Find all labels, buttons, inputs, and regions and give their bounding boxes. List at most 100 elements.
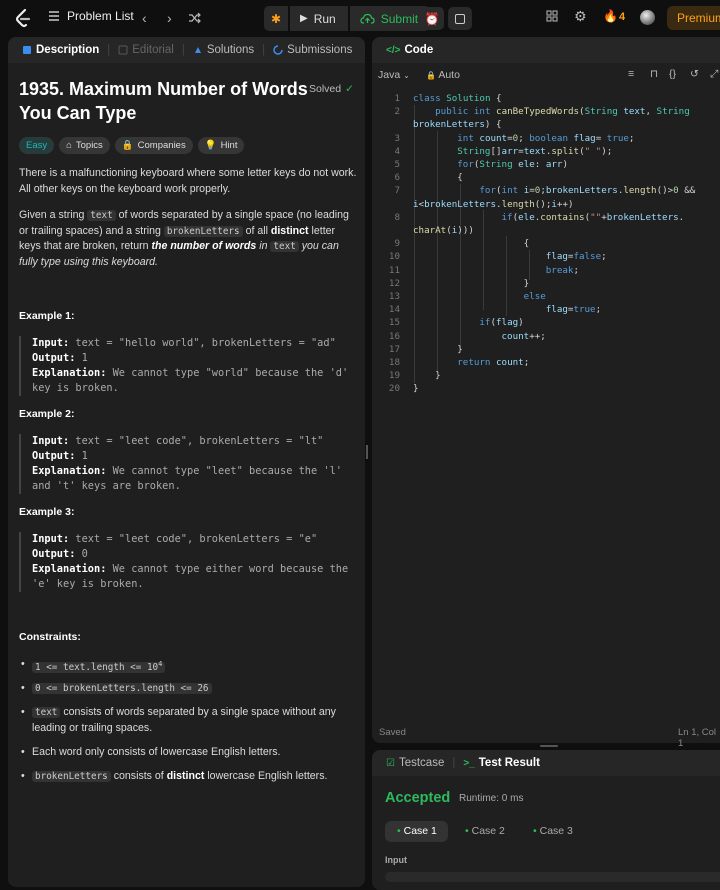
- run-submit-group: ✱ ▶ Run Submit: [264, 6, 431, 31]
- line-number: 5: [394, 159, 400, 170]
- line-number: 18: [388, 357, 400, 368]
- submit-button[interactable]: Submit: [349, 6, 431, 31]
- resize-handle[interactable]: [540, 745, 558, 747]
- constraint-superscript: 4: [158, 660, 163, 668]
- format-icon[interactable]: ≡: [628, 68, 634, 80]
- leetcode-logo-icon[interactable]: [13, 8, 33, 28]
- constraint-item: 0 <= brokenLetters.length <= 26: [21, 681, 341, 697]
- run-button[interactable]: ▶ Run: [290, 6, 348, 31]
- example-2-box: Input: text = "leet code", brokenLetters…: [19, 434, 359, 494]
- braces-icon[interactable]: {}: [669, 68, 676, 80]
- difficulty-badge: Easy: [19, 137, 55, 154]
- input-heading: Input: [385, 855, 407, 865]
- avatar[interactable]: [640, 10, 655, 25]
- tab-test-result-label: Test Result: [478, 757, 540, 769]
- example-3-heading: Example 3:: [19, 506, 75, 518]
- description-paragraph-1: There is a malfunctioning keyboard where…: [19, 167, 357, 195]
- test-result-panel: ☑ Testcase | >_ Test Result: [372, 750, 720, 890]
- lock-icon: 🔒: [121, 140, 134, 151]
- layout-icon[interactable]: [546, 10, 558, 22]
- tab-testcase[interactable]: ☑ Testcase: [380, 757, 450, 769]
- line-number: 19: [388, 370, 400, 382]
- debug-button[interactable]: ✱: [264, 6, 288, 31]
- line-number: 12: [388, 277, 400, 289]
- problem-list-button[interactable]: Problem List: [48, 9, 134, 23]
- problem-list-label: Problem List: [67, 9, 134, 23]
- run-label: Run: [313, 11, 336, 26]
- inline-code: text: [87, 210, 116, 221]
- tab-submissions[interactable]: Submissions: [267, 44, 358, 56]
- tab-solutions[interactable]: Solutions: [187, 44, 260, 56]
- constraint-bold: distinct: [166, 770, 205, 782]
- streak-count: 4: [619, 11, 626, 23]
- input-label: Input:: [32, 337, 70, 349]
- description-paragraph-2: Given a string text of words separated b…: [19, 208, 357, 270]
- tag-icon: ⌂: [66, 140, 72, 151]
- chevron-down-icon: ⌄: [403, 71, 410, 80]
- line-number: 3: [394, 132, 400, 144]
- editor-toolbar: Java ⌄ 🔒 Auto ≡ ⊓ {} ↺ ⤢: [372, 63, 720, 85]
- play-icon: ▶: [300, 13, 308, 24]
- alarm-clock-icon: ⏰: [424, 11, 440, 26]
- constraint-text: Each word only consists of lowercase Eng…: [32, 746, 281, 758]
- explanation-label: Explanation:: [32, 563, 107, 575]
- debug-icon: ✱: [270, 11, 282, 26]
- hint-chip[interactable]: 💡 Hint: [197, 137, 245, 154]
- description-icon: [23, 46, 31, 54]
- line-number: 20: [388, 383, 400, 395]
- example-input: text = "leet code", brokenLetters = "e": [75, 533, 318, 545]
- case-1-tab[interactable]: • Case 1: [385, 821, 448, 842]
- timer-button[interactable]: ⏰: [420, 7, 444, 30]
- tab-code[interactable]: </> Code: [380, 44, 439, 56]
- constraint-code: text: [32, 707, 61, 718]
- auto-mode-toggle[interactable]: 🔒 Auto: [426, 69, 460, 81]
- shuffle-icon[interactable]: [188, 12, 201, 24]
- save-status: Saved: [379, 727, 406, 738]
- tab-editorial[interactable]: Editorial: [112, 44, 180, 56]
- line-number: 4: [394, 145, 400, 157]
- reset-icon[interactable]: ↺: [690, 68, 699, 80]
- case-2-tab[interactable]: • Case 2: [465, 825, 505, 837]
- language-select[interactable]: Java ⌄: [378, 69, 410, 81]
- description-tab-bar: Description | Editorial | Solutions | Su…: [8, 37, 365, 63]
- tab-test-result[interactable]: >_ Test Result: [457, 757, 546, 769]
- problem-title[interactable]: 1935. Maximum Number of Words You Can Ty…: [19, 77, 309, 125]
- streak-fire-icon[interactable]: 🔥: [603, 9, 618, 23]
- example-1-box: Input: text = "hello world", brokenLette…: [19, 336, 359, 396]
- lock-icon: 🔒: [426, 71, 436, 80]
- prev-problem-icon[interactable]: ‹: [142, 10, 147, 26]
- line-number: 7: [394, 185, 400, 197]
- vertical-resize-handle[interactable]: [366, 445, 368, 459]
- tag-chips: Easy ⌂ Topics 🔒 Companies 💡 Hint: [19, 137, 245, 154]
- case-1-label: Case 1: [403, 825, 437, 837]
- companies-chip[interactable]: 🔒 Companies: [114, 137, 193, 154]
- line-number: 16: [388, 330, 400, 342]
- case-3-tab[interactable]: • Case 3: [533, 825, 573, 837]
- cloud-upload-icon: [360, 13, 375, 24]
- explanation-label: Explanation:: [32, 367, 107, 379]
- premium-button[interactable]: Premium: [667, 6, 720, 30]
- notes-button[interactable]: [448, 7, 472, 30]
- checkbox-icon: ☑: [386, 757, 395, 769]
- input-box: [385, 872, 720, 882]
- line-number: 2: [394, 106, 400, 118]
- code-content[interactable]: class Solution { public int canBeTypedWo…: [413, 92, 695, 396]
- solved-label: Solved: [309, 83, 342, 95]
- tab-divider: |: [107, 44, 111, 56]
- output-label: Output:: [32, 352, 76, 364]
- line-number: 17: [388, 343, 400, 355]
- case-2-label: Case 2: [471, 825, 505, 837]
- expand-icon[interactable]: ⤢: [710, 68, 718, 81]
- language-label: Java: [378, 69, 401, 81]
- tab-description[interactable]: Description: [16, 44, 105, 56]
- result-tab-bar: ☑ Testcase | >_ Test Result: [372, 750, 720, 776]
- submissions-icon: [273, 45, 283, 55]
- constraint-text: consists of words separated by a single …: [32, 706, 336, 734]
- example-output: 0: [81, 548, 88, 560]
- settings-gear-icon[interactable]: ⚙: [574, 8, 587, 25]
- inline-code: text: [270, 241, 299, 252]
- next-problem-icon[interactable]: ›: [167, 10, 172, 26]
- runtime-text: Runtime: 0 ms: [459, 793, 524, 804]
- bookmark-icon[interactable]: ⊓: [650, 68, 658, 80]
- topics-chip[interactable]: ⌂ Topics: [59, 137, 110, 154]
